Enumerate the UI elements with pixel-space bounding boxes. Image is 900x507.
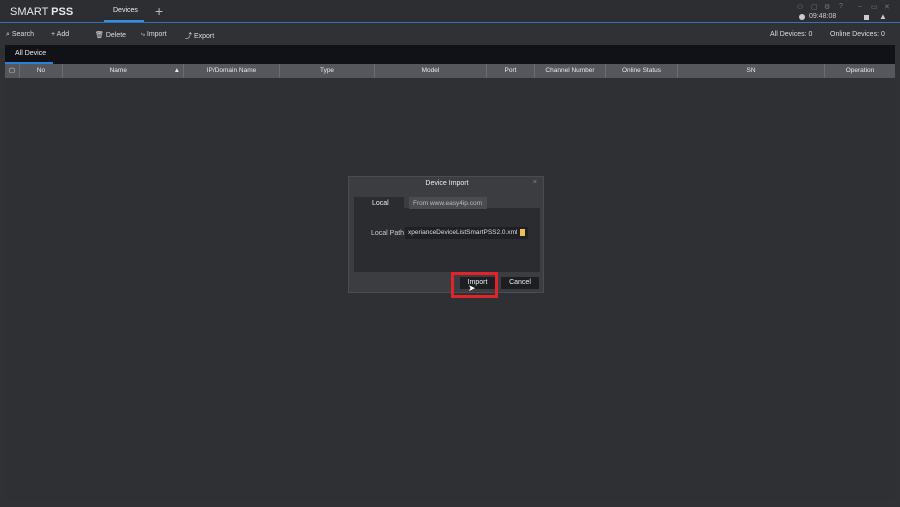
import-icon: ⤷ [141,31,145,38]
help-icon[interactable]: ? [839,3,843,10]
active-tab-indicator [104,20,144,22]
col-channel[interactable]: Channel Number [535,64,606,78]
device-table-header: ▢ No Name ▲ IP/Domain Name Type Model Por… [5,64,895,78]
online-devices-count: Online Devices: 0 [830,31,885,38]
cpu-icon[interactable] [864,15,869,20]
col-no[interactable]: No [20,64,63,78]
clock-icon [799,14,805,20]
add-button[interactable]: + Add [51,31,69,38]
close-icon[interactable]: × [533,179,537,186]
col-type[interactable]: Type [280,64,375,78]
all-devices-count: All Devices: 0 [770,31,813,38]
device-tab-bar [5,45,895,64]
dialog-title: Device Import [425,180,469,187]
maximize-icon[interactable]: ▭ [871,3,878,11]
alarm-bell-icon[interactable]: ▲ [879,12,887,21]
tab-devices[interactable]: Devices [113,7,138,14]
minimize-icon[interactable]: – [858,3,862,10]
settings-icon[interactable]: ⚙ [824,3,830,11]
col-model[interactable]: Model [375,64,487,78]
title-bar: SMART PSS Devices + ⚇ ▢ ⚙ ? – ▭ ✕ 09:48:… [0,0,900,23]
local-path-label: Local Path [371,230,405,237]
col-ip[interactable]: IP/Domain Name [184,64,280,78]
cancel-button[interactable]: Cancel [501,277,539,289]
export-button[interactable]: ⤴ Export [185,31,214,41]
trash-icon: 🗑 [95,32,104,39]
search-button[interactable]: ⌕ Search [6,31,34,39]
export-icon: ⤴ [185,33,192,40]
folder-icon[interactable] [520,229,525,236]
clock-time: 09:48:08 [809,13,837,20]
add-tab-button[interactable]: + [155,3,163,19]
import-button[interactable]: ⤷ Import [141,31,167,39]
device-import-dialog: Device Import × Local From www.easy4ip.c… [348,176,544,293]
user-icon[interactable]: ⚇ [797,3,803,11]
plus-icon: + [51,31,56,38]
mouse-cursor-icon: ➤ [468,283,476,293]
col-name[interactable]: Name ▲ [63,64,184,78]
sort-asc-icon: ▲ [173,67,180,74]
tab-local[interactable]: Local [354,197,404,209]
tab-all-device[interactable]: All Device [15,50,46,57]
select-all-checkbox[interactable]: ▢ [5,64,20,78]
close-icon[interactable]: ✕ [884,3,890,11]
search-icon: ⌕ [6,31,10,38]
delete-button[interactable]: 🗑 Delete [95,31,126,39]
local-path-input[interactable]: xperianceDeviceListSmartPSS2.0.xml [405,227,528,239]
col-online-status[interactable]: Online Status [606,64,678,78]
col-sn[interactable]: SN [678,64,825,78]
app-logo: SMART PSS [10,6,74,18]
col-port[interactable]: Port [487,64,535,78]
import-panel [354,208,540,272]
lock-icon[interactable]: ▢ [811,3,818,11]
tab-easy4ip[interactable]: From www.easy4ip.com [409,197,487,209]
col-operation[interactable]: Operation [825,64,895,78]
